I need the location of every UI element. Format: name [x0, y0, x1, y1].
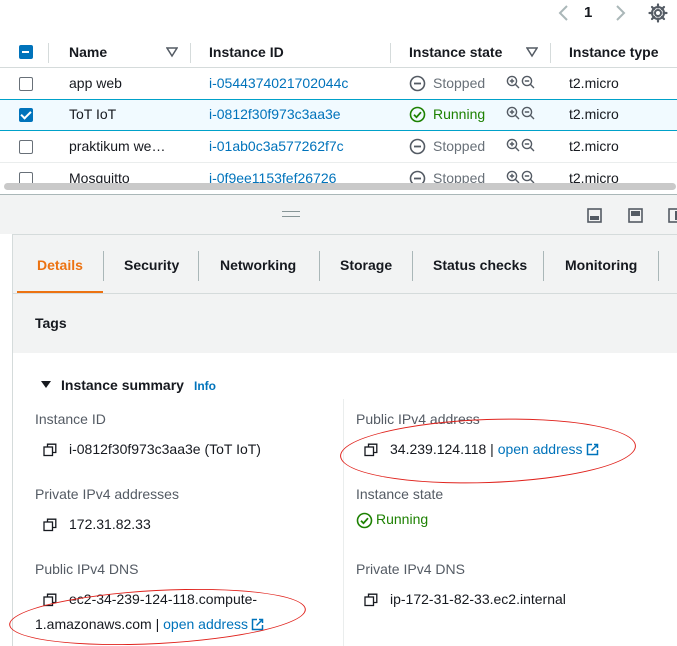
instance-state-label: Instance state: [356, 486, 444, 502]
zoom-out-icon[interactable]: [521, 138, 535, 152]
zoom-out-icon[interactable]: [521, 106, 535, 120]
running-icon: [409, 106, 426, 123]
pane-bottom-icon[interactable]: [587, 208, 602, 223]
divider: [13, 293, 677, 294]
tab-monitoring[interactable]: Monitoring: [565, 257, 637, 273]
instance-name: ToT IoT: [69, 106, 117, 122]
column-divider: [343, 399, 344, 646]
tab-details[interactable]: Details: [37, 257, 83, 273]
table-header: Name Instance ID Instance state Instance…: [0, 36, 677, 68]
column-divider: [48, 43, 49, 63]
page-number[interactable]: 1: [584, 4, 592, 21]
column-header-instance-id[interactable]: Instance ID: [209, 44, 284, 60]
instance-type: t2.micro: [569, 75, 619, 91]
instance-state: Stopped: [433, 75, 486, 91]
stopped-icon: [409, 75, 426, 92]
pane-split-icon[interactable]: [628, 208, 643, 223]
tab-status-checks[interactable]: Status checks: [433, 257, 527, 273]
chevron-right-icon[interactable]: [612, 2, 628, 24]
stopped-icon: [409, 138, 426, 155]
column-header-instance-type[interactable]: Instance type: [569, 44, 658, 60]
private-ipv4-label: Private IPv4 addresses: [35, 486, 179, 502]
pagination: 1: [0, 0, 677, 28]
row-checkbox[interactable]: [19, 108, 33, 122]
row-checkbox[interactable]: [19, 77, 33, 91]
zoom-in-icon[interactable]: [506, 138, 520, 152]
row-checkbox[interactable]: [19, 140, 33, 154]
copy-icon[interactable]: [364, 593, 378, 607]
column-header-name[interactable]: Name: [69, 44, 107, 60]
tab-networking[interactable]: Networking: [220, 257, 296, 273]
sort-icon[interactable]: [526, 46, 538, 58]
horizontal-scrollbar[interactable]: [4, 183, 676, 190]
tab-divider: [543, 251, 544, 281]
column-header-instance-state[interactable]: Instance state: [409, 44, 502, 60]
caret-down-icon[interactable]: [41, 381, 51, 388]
tab-tags[interactable]: Tags: [35, 315, 67, 331]
instance-id-link[interactable]: i-01ab0c3a577262f7c: [209, 138, 344, 154]
instance-state: Running: [433, 106, 486, 122]
public-dns-label: Public IPv4 DNS: [35, 561, 139, 577]
section-title[interactable]: Instance summary: [61, 377, 184, 393]
chevron-left-icon[interactable]: [556, 2, 572, 24]
sort-icon[interactable]: [166, 46, 178, 58]
column-divider: [190, 43, 191, 63]
private-dns-value: ip-172-31-82-33.ec2.internal: [390, 591, 566, 607]
instance-id-label: Instance ID: [35, 411, 106, 427]
zoom-out-icon[interactable]: [521, 170, 535, 184]
running-icon: [356, 512, 373, 529]
instance-name: app web: [69, 75, 122, 91]
table-row[interactable]: app web i-0544374021702044c Stopped t2.m…: [0, 68, 677, 100]
select-all-checkbox[interactable]: [19, 45, 33, 59]
zoom-in-icon[interactable]: [506, 106, 520, 120]
tab-storage[interactable]: Storage: [340, 257, 392, 273]
info-link[interactable]: Info: [194, 379, 216, 393]
split-panel-header: [0, 194, 677, 234]
copy-icon[interactable]: [43, 443, 57, 457]
instance-id-value: i-0812f30f973c3aa3e (ToT IoT): [69, 441, 261, 457]
instance-name: praktikum we…: [69, 138, 166, 154]
tab-divider: [198, 251, 199, 281]
instance-state: Stopped: [433, 138, 486, 154]
instances-table-panel: 1 Name Instance ID Instance state Instan…: [0, 0, 677, 194]
instance-type: t2.micro: [569, 138, 619, 154]
instance-id-link[interactable]: i-0812f30f973c3aa3e: [209, 106, 341, 122]
private-dns-label: Private IPv4 DNS: [356, 561, 465, 577]
gear-icon[interactable]: [648, 3, 668, 23]
tab-security[interactable]: Security: [124, 257, 179, 273]
instance-state-value: Running: [376, 511, 429, 527]
column-divider: [550, 43, 551, 63]
pane-side-icon[interactable]: [668, 208, 677, 223]
zoom-in-icon[interactable]: [506, 170, 520, 184]
copy-icon[interactable]: [43, 518, 57, 532]
tab-divider: [319, 251, 320, 281]
table-row[interactable]: praktikum we… i-01ab0c3a577262f7c Stoppe…: [0, 131, 677, 163]
table-row[interactable]: ToT IoT i-0812f30f973c3aa3e Running t2.m…: [0, 99, 677, 131]
details-tabs: Details Security Networking Storage Stat…: [13, 235, 677, 294]
drag-handle-icon[interactable]: [282, 211, 300, 217]
zoom-out-icon[interactable]: [521, 75, 535, 89]
column-divider: [390, 43, 391, 63]
tab-divider: [658, 251, 659, 281]
tab-divider: [412, 251, 413, 281]
private-ipv4-value: 172.31.82.33: [69, 516, 151, 532]
instance-type: t2.micro: [569, 106, 619, 122]
instance-id-link[interactable]: i-0544374021702044c: [209, 75, 348, 91]
tab-divider: [103, 251, 104, 281]
zoom-in-icon[interactable]: [506, 75, 520, 89]
